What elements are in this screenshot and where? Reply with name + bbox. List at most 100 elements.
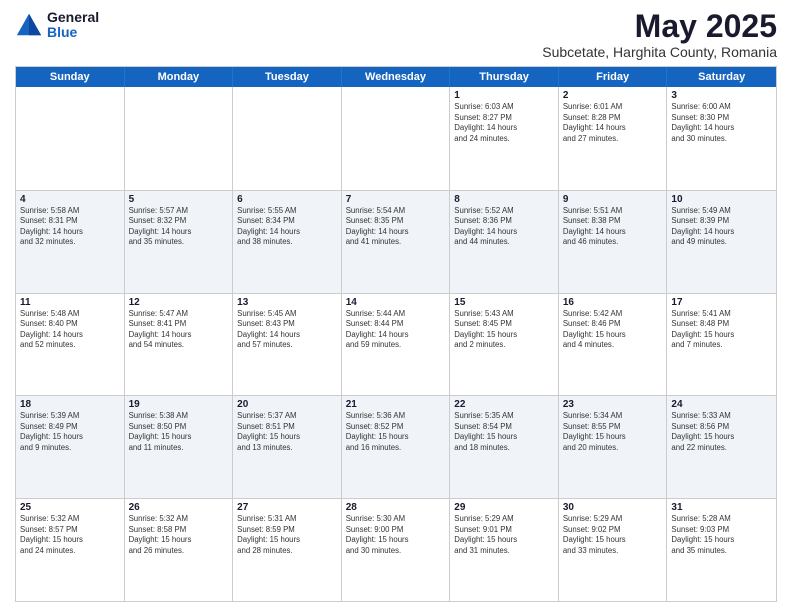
day-number: 21: [346, 399, 446, 410]
calendar-cell-day-25: 25Sunrise: 5:32 AM Sunset: 8:57 PM Dayli…: [16, 499, 125, 601]
calendar-row-1: 4Sunrise: 5:58 AM Sunset: 8:31 PM Daylig…: [16, 190, 776, 293]
day-info: Sunrise: 5:41 AM Sunset: 8:48 PM Dayligh…: [671, 309, 772, 351]
day-info: Sunrise: 5:30 AM Sunset: 9:00 PM Dayligh…: [346, 514, 446, 556]
calendar-cell-day-7: 7Sunrise: 5:54 AM Sunset: 8:35 PM Daylig…: [342, 191, 451, 293]
calendar-cell-day-11: 11Sunrise: 5:48 AM Sunset: 8:40 PM Dayli…: [16, 294, 125, 396]
weekday-header-monday: Monday: [125, 67, 234, 87]
calendar-cell-day-14: 14Sunrise: 5:44 AM Sunset: 8:44 PM Dayli…: [342, 294, 451, 396]
day-number: 9: [563, 194, 663, 205]
day-number: 16: [563, 297, 663, 308]
calendar-cell-day-29: 29Sunrise: 5:29 AM Sunset: 9:01 PM Dayli…: [450, 499, 559, 601]
day-number: 3: [671, 90, 772, 101]
calendar-cell-day-17: 17Sunrise: 5:41 AM Sunset: 8:48 PM Dayli…: [667, 294, 776, 396]
calendar-cell-day-3: 3Sunrise: 6:00 AM Sunset: 8:30 PM Daylig…: [667, 87, 776, 190]
day-number: 26: [129, 502, 229, 513]
logo-icon: [15, 11, 43, 39]
day-number: 4: [20, 194, 120, 205]
day-info: Sunrise: 5:52 AM Sunset: 8:36 PM Dayligh…: [454, 206, 554, 248]
calendar-cell-empty: [342, 87, 451, 190]
calendar-cell-day-5: 5Sunrise: 5:57 AM Sunset: 8:32 PM Daylig…: [125, 191, 234, 293]
calendar-cell-day-21: 21Sunrise: 5:36 AM Sunset: 8:52 PM Dayli…: [342, 396, 451, 498]
calendar-cell-empty: [233, 87, 342, 190]
calendar-cell-day-22: 22Sunrise: 5:35 AM Sunset: 8:54 PM Dayli…: [450, 396, 559, 498]
day-number: 25: [20, 502, 120, 513]
day-number: 10: [671, 194, 772, 205]
logo-text: General Blue: [47, 10, 99, 41]
day-number: 31: [671, 502, 772, 513]
day-number: 27: [237, 502, 337, 513]
calendar: SundayMondayTuesdayWednesdayThursdayFrid…: [15, 66, 777, 602]
calendar-body: 1Sunrise: 6:03 AM Sunset: 8:27 PM Daylig…: [16, 87, 776, 601]
day-number: 11: [20, 297, 120, 308]
calendar-cell-day-24: 24Sunrise: 5:33 AM Sunset: 8:56 PM Dayli…: [667, 396, 776, 498]
calendar-cell-day-2: 2Sunrise: 6:01 AM Sunset: 8:28 PM Daylig…: [559, 87, 668, 190]
weekday-header-wednesday: Wednesday: [342, 67, 451, 87]
calendar-cell-day-19: 19Sunrise: 5:38 AM Sunset: 8:50 PM Dayli…: [125, 396, 234, 498]
calendar-cell-day-16: 16Sunrise: 5:42 AM Sunset: 8:46 PM Dayli…: [559, 294, 668, 396]
weekday-header-sunday: Sunday: [16, 67, 125, 87]
logo-general-text: General: [47, 10, 99, 25]
day-info: Sunrise: 5:51 AM Sunset: 8:38 PM Dayligh…: [563, 206, 663, 248]
title-block: May 2025 Subcetate, Harghita County, Rom…: [542, 10, 777, 60]
day-number: 13: [237, 297, 337, 308]
calendar-cell-day-26: 26Sunrise: 5:32 AM Sunset: 8:58 PM Dayli…: [125, 499, 234, 601]
day-info: Sunrise: 5:38 AM Sunset: 8:50 PM Dayligh…: [129, 411, 229, 453]
logo: General Blue: [15, 10, 99, 41]
day-info: Sunrise: 5:55 AM Sunset: 8:34 PM Dayligh…: [237, 206, 337, 248]
day-info: Sunrise: 5:35 AM Sunset: 8:54 PM Dayligh…: [454, 411, 554, 453]
day-info: Sunrise: 5:47 AM Sunset: 8:41 PM Dayligh…: [129, 309, 229, 351]
day-info: Sunrise: 6:01 AM Sunset: 8:28 PM Dayligh…: [563, 102, 663, 144]
day-info: Sunrise: 5:48 AM Sunset: 8:40 PM Dayligh…: [20, 309, 120, 351]
calendar-cell-day-27: 27Sunrise: 5:31 AM Sunset: 8:59 PM Dayli…: [233, 499, 342, 601]
day-info: Sunrise: 5:34 AM Sunset: 8:55 PM Dayligh…: [563, 411, 663, 453]
calendar-cell-day-18: 18Sunrise: 5:39 AM Sunset: 8:49 PM Dayli…: [16, 396, 125, 498]
day-number: 7: [346, 194, 446, 205]
calendar-cell-day-30: 30Sunrise: 5:29 AM Sunset: 9:02 PM Dayli…: [559, 499, 668, 601]
subtitle: Subcetate, Harghita County, Romania: [542, 44, 777, 60]
header: General Blue May 2025 Subcetate, Harghit…: [15, 10, 777, 60]
calendar-cell-day-10: 10Sunrise: 5:49 AM Sunset: 8:39 PM Dayli…: [667, 191, 776, 293]
day-number: 19: [129, 399, 229, 410]
day-info: Sunrise: 5:31 AM Sunset: 8:59 PM Dayligh…: [237, 514, 337, 556]
calendar-cell-day-4: 4Sunrise: 5:58 AM Sunset: 8:31 PM Daylig…: [16, 191, 125, 293]
day-info: Sunrise: 5:45 AM Sunset: 8:43 PM Dayligh…: [237, 309, 337, 351]
calendar-row-4: 25Sunrise: 5:32 AM Sunset: 8:57 PM Dayli…: [16, 498, 776, 601]
day-number: 23: [563, 399, 663, 410]
day-number: 18: [20, 399, 120, 410]
day-info: Sunrise: 5:32 AM Sunset: 8:57 PM Dayligh…: [20, 514, 120, 556]
calendar-cell-day-8: 8Sunrise: 5:52 AM Sunset: 8:36 PM Daylig…: [450, 191, 559, 293]
day-info: Sunrise: 5:32 AM Sunset: 8:58 PM Dayligh…: [129, 514, 229, 556]
day-number: 29: [454, 502, 554, 513]
day-number: 24: [671, 399, 772, 410]
day-info: Sunrise: 5:29 AM Sunset: 9:01 PM Dayligh…: [454, 514, 554, 556]
day-info: Sunrise: 6:03 AM Sunset: 8:27 PM Dayligh…: [454, 102, 554, 144]
calendar-row-2: 11Sunrise: 5:48 AM Sunset: 8:40 PM Dayli…: [16, 293, 776, 396]
day-info: Sunrise: 5:39 AM Sunset: 8:49 PM Dayligh…: [20, 411, 120, 453]
day-info: Sunrise: 6:00 AM Sunset: 8:30 PM Dayligh…: [671, 102, 772, 144]
day-info: Sunrise: 5:58 AM Sunset: 8:31 PM Dayligh…: [20, 206, 120, 248]
day-info: Sunrise: 5:29 AM Sunset: 9:02 PM Dayligh…: [563, 514, 663, 556]
day-info: Sunrise: 5:43 AM Sunset: 8:45 PM Dayligh…: [454, 309, 554, 351]
weekday-header-saturday: Saturday: [667, 67, 776, 87]
calendar-cell-day-31: 31Sunrise: 5:28 AM Sunset: 9:03 PM Dayli…: [667, 499, 776, 601]
page: General Blue May 2025 Subcetate, Harghit…: [0, 0, 792, 612]
calendar-cell-day-20: 20Sunrise: 5:37 AM Sunset: 8:51 PM Dayli…: [233, 396, 342, 498]
day-number: 22: [454, 399, 554, 410]
day-number: 17: [671, 297, 772, 308]
day-number: 20: [237, 399, 337, 410]
calendar-cell-day-6: 6Sunrise: 5:55 AM Sunset: 8:34 PM Daylig…: [233, 191, 342, 293]
calendar-cell-day-15: 15Sunrise: 5:43 AM Sunset: 8:45 PM Dayli…: [450, 294, 559, 396]
calendar-cell-day-23: 23Sunrise: 5:34 AM Sunset: 8:55 PM Dayli…: [559, 396, 668, 498]
day-number: 2: [563, 90, 663, 101]
calendar-row-0: 1Sunrise: 6:03 AM Sunset: 8:27 PM Daylig…: [16, 87, 776, 190]
day-info: Sunrise: 5:28 AM Sunset: 9:03 PM Dayligh…: [671, 514, 772, 556]
day-info: Sunrise: 5:36 AM Sunset: 8:52 PM Dayligh…: [346, 411, 446, 453]
calendar-header: SundayMondayTuesdayWednesdayThursdayFrid…: [16, 67, 776, 87]
month-year: May 2025: [542, 10, 777, 42]
day-info: Sunrise: 5:42 AM Sunset: 8:46 PM Dayligh…: [563, 309, 663, 351]
day-number: 6: [237, 194, 337, 205]
day-info: Sunrise: 5:37 AM Sunset: 8:51 PM Dayligh…: [237, 411, 337, 453]
calendar-row-3: 18Sunrise: 5:39 AM Sunset: 8:49 PM Dayli…: [16, 395, 776, 498]
day-number: 8: [454, 194, 554, 205]
calendar-cell-day-13: 13Sunrise: 5:45 AM Sunset: 8:43 PM Dayli…: [233, 294, 342, 396]
